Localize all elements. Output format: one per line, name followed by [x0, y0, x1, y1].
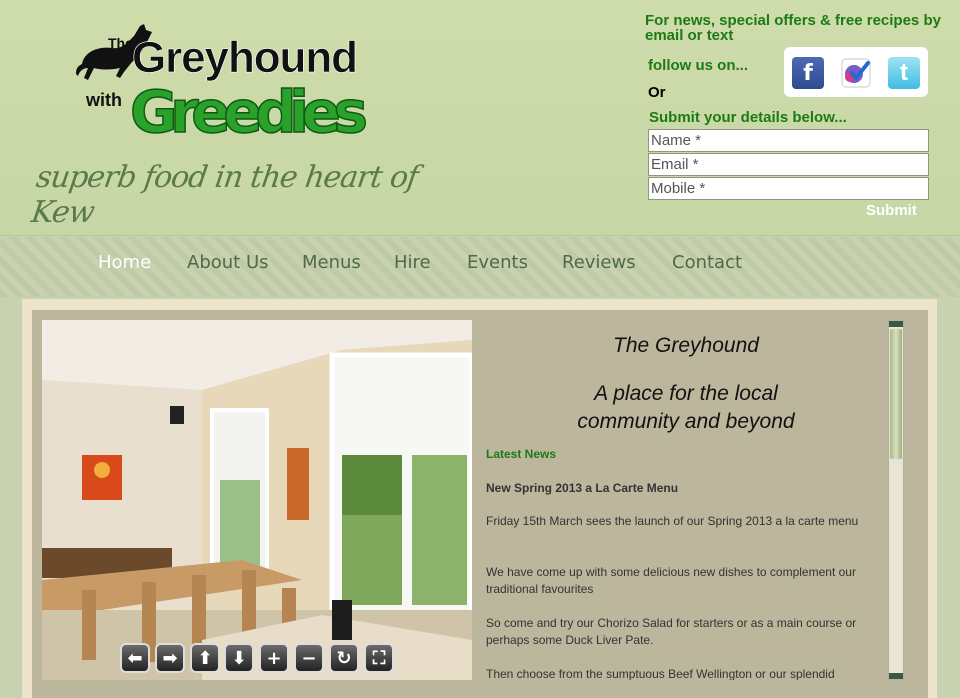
news-title: New Spring 2013 a La Carte Menu [486, 481, 679, 495]
zoom-in-glyph: + [266, 647, 282, 669]
email-field[interactable] [648, 153, 929, 176]
pan-down-glyph: ⬇ [231, 647, 247, 669]
nav-item-home[interactable]: Home [98, 252, 151, 273]
zoom-in-icon[interactable]: + [259, 643, 289, 673]
svg-text:with: with [85, 90, 122, 110]
svg-text:The: The [108, 35, 133, 51]
follow-us-label: follow us on... [648, 57, 748, 74]
facebook-icon[interactable]: f [792, 57, 824, 89]
pan-up-glyph: ⬆ [197, 647, 213, 669]
news-panel: The Greyhound A place for the local comm… [486, 320, 882, 680]
scroll-up-icon[interactable] [889, 321, 903, 327]
signup-heading: For news, special offers & free recipes … [645, 12, 941, 44]
news-paragraph: We have come up with some delicious new … [486, 565, 856, 596]
facebook-glyph: f [803, 60, 813, 86]
or-label: Or [648, 84, 666, 101]
twitter-glyph: t [900, 59, 908, 86]
pan-left-icon[interactable]: ⬅ [120, 643, 150, 673]
tagline-line-1: A place for the local [594, 382, 778, 405]
rotate-glyph: ↻ [336, 647, 352, 669]
nav-item-about-us[interactable]: About Us [187, 252, 269, 273]
submit-button[interactable]: Submit [866, 202, 917, 219]
fullscreen-glyph: ⛶ [372, 647, 386, 669]
zoom-out-glyph: − [301, 647, 317, 669]
tagline-line-2: community and beyond [577, 410, 795, 433]
pan-down-icon[interactable]: ⬇ [224, 643, 254, 673]
pan-left-glyph: ⬅ [127, 647, 143, 669]
news-scrollbar[interactable] [888, 320, 904, 680]
scrollbar-thumb[interactable] [890, 329, 902, 459]
news-paragraph: So come and try our Chorizo Salad for st… [486, 616, 857, 647]
svg-text:Greyhound: Greyhound [132, 33, 358, 82]
mobile-field[interactable] [648, 177, 929, 200]
nav-item-menus[interactable]: Menus [302, 252, 361, 273]
submit-details-label: Submit your details below... [649, 109, 847, 126]
header: The Greyhound with Greedies superb food … [0, 0, 960, 236]
logo-graphic: The Greyhound with Greedies [76, 24, 369, 147]
latest-news-heading: Latest News [486, 447, 557, 461]
svg-text:Greedies: Greedies [130, 78, 368, 144]
fullscreen-icon[interactable]: ⛶ [364, 643, 394, 673]
name-field[interactable] [648, 129, 929, 152]
rotate-icon[interactable]: ↻ [329, 643, 359, 673]
news-paragraph: Then choose from the sumptuous Beef Well… [486, 667, 835, 680]
social-links: f t [784, 47, 928, 97]
restaurant-interior-image [42, 320, 472, 680]
venue-title: The Greyhound [613, 334, 759, 357]
nav-item-events[interactable]: Events [467, 252, 528, 273]
pan-right-icon[interactable]: ➡ [155, 643, 185, 673]
twitter-icon[interactable]: t [888, 57, 920, 89]
nav-item-hire[interactable]: Hire [394, 252, 431, 273]
nav-item-reviews[interactable]: Reviews [562, 252, 636, 273]
foursquare-graphic [841, 58, 871, 88]
foursquare-icon[interactable] [840, 57, 872, 89]
panorama-viewer[interactable] [42, 320, 472, 680]
greyhound-greedies-logo[interactable]: The Greyhound with Greedies [74, 14, 374, 147]
main-nav: Home About Us Menus Hire Events Reviews … [0, 237, 960, 297]
pan-up-icon[interactable]: ⬆ [190, 643, 220, 673]
news-paragraph: Friday 15th March sees the launch of our… [486, 514, 859, 528]
nav-item-contact[interactable]: Contact [672, 252, 742, 273]
scroll-down-icon[interactable] [889, 673, 903, 679]
tagline: superb food in the heart of Kew [29, 160, 420, 230]
zoom-out-icon[interactable]: − [294, 643, 324, 673]
pan-right-glyph: ➡ [162, 647, 178, 669]
